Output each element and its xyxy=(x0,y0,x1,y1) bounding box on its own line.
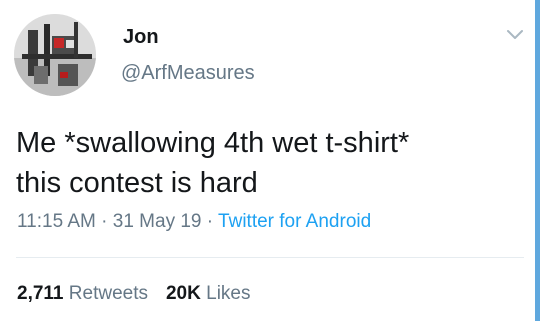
retweets-count: 2,711 xyxy=(17,283,64,304)
retweets-stat[interactable]: 2,711 Retweets xyxy=(17,283,148,304)
divider xyxy=(16,257,524,258)
meta-separator: · xyxy=(101,211,108,232)
tweet-text-line: Me *swallowing 4th wet t-shirt* xyxy=(16,127,410,159)
tweet-text: Me *swallowing 4th wet t-shirt* this con… xyxy=(16,123,516,203)
meta-separator: · xyxy=(206,211,214,232)
chevron-down-icon[interactable] xyxy=(506,28,524,42)
tweet-card: Jon @ArfMeasures Me *swallowing 4th wet … xyxy=(0,0,540,321)
display-name[interactable]: Jon xyxy=(123,25,159,49)
tweet-stats: 2,711 Retweets 20K Likes xyxy=(17,282,250,306)
likes-stat[interactable]: 20K Likes xyxy=(166,283,251,304)
tweet-meta: 11:15 AM · 31 May 19 · Twitter for Andro… xyxy=(17,210,371,234)
avatar-image xyxy=(14,14,96,96)
avatar[interactable] xyxy=(14,14,96,96)
tweet-date[interactable]: 31 May 19 xyxy=(113,211,202,232)
tweet-text-line: this contest is hard xyxy=(16,167,258,199)
scrollbar[interactable] xyxy=(535,0,540,321)
user-handle[interactable]: @ArfMeasures xyxy=(121,61,255,85)
tweet-time[interactable]: 11:15 AM xyxy=(17,211,96,232)
likes-label: Likes xyxy=(206,283,251,304)
tweet-source-link[interactable]: Twitter for Android xyxy=(218,211,371,232)
likes-count: 20K xyxy=(165,283,201,304)
retweets-label: Retweets xyxy=(68,283,148,304)
